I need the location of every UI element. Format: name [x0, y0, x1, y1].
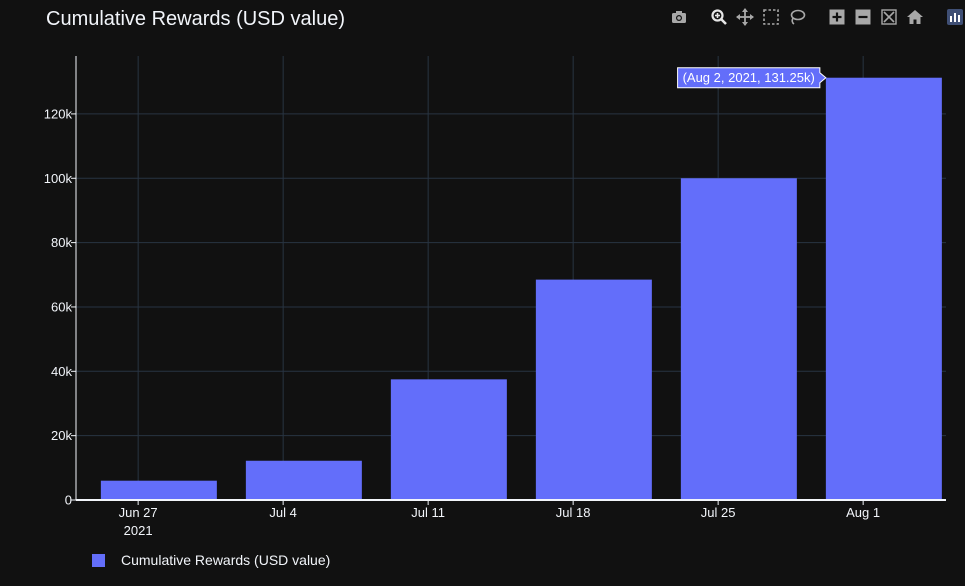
y-tick-label: 0	[65, 493, 72, 508]
bar	[825, 77, 942, 500]
y-tick-label: 80k	[51, 235, 72, 250]
hover-label-text: (Aug 2, 2021, 131.25k)	[683, 70, 815, 85]
chart-plot-area: 0 20k 40k 60k 80k 100k 120k Jun 27 2021 Jul 4 Jul …	[44, 56, 946, 538]
legend-swatch	[92, 553, 105, 567]
bar-series	[100, 77, 942, 500]
hover-label: (Aug 2, 2021, 131.25k)	[677, 67, 827, 89]
y-tick-label: 120k	[44, 106, 73, 121]
grid-lines	[76, 56, 946, 500]
y-tick-label: 100k	[44, 171, 73, 186]
bar	[680, 178, 797, 500]
bar	[100, 480, 217, 500]
legend[interactable]: Cumulative Rewards (USD value)	[92, 552, 330, 568]
x-tick-sublabel: 2021	[124, 523, 153, 538]
bar	[535, 279, 652, 500]
x-tick-label: Jul 18	[556, 505, 591, 520]
y-tick-label: 40k	[51, 364, 72, 379]
x-tick-label: Jun 27	[119, 505, 158, 520]
bar	[390, 379, 507, 500]
x-tick-label: Aug 1	[846, 505, 880, 520]
x-tick-label: Jul 11	[411, 505, 445, 520]
x-tick-label: Jul 4	[269, 505, 296, 520]
hover-tooltip: (Aug 2, 2021, 131.25k)	[677, 67, 827, 89]
legend-label: Cumulative Rewards (USD value)	[121, 552, 331, 568]
y-tick-label: 20k	[51, 428, 72, 443]
bar	[245, 460, 362, 500]
y-tick-label: 60k	[51, 299, 72, 314]
x-tick-label: Jul 25	[701, 505, 736, 520]
